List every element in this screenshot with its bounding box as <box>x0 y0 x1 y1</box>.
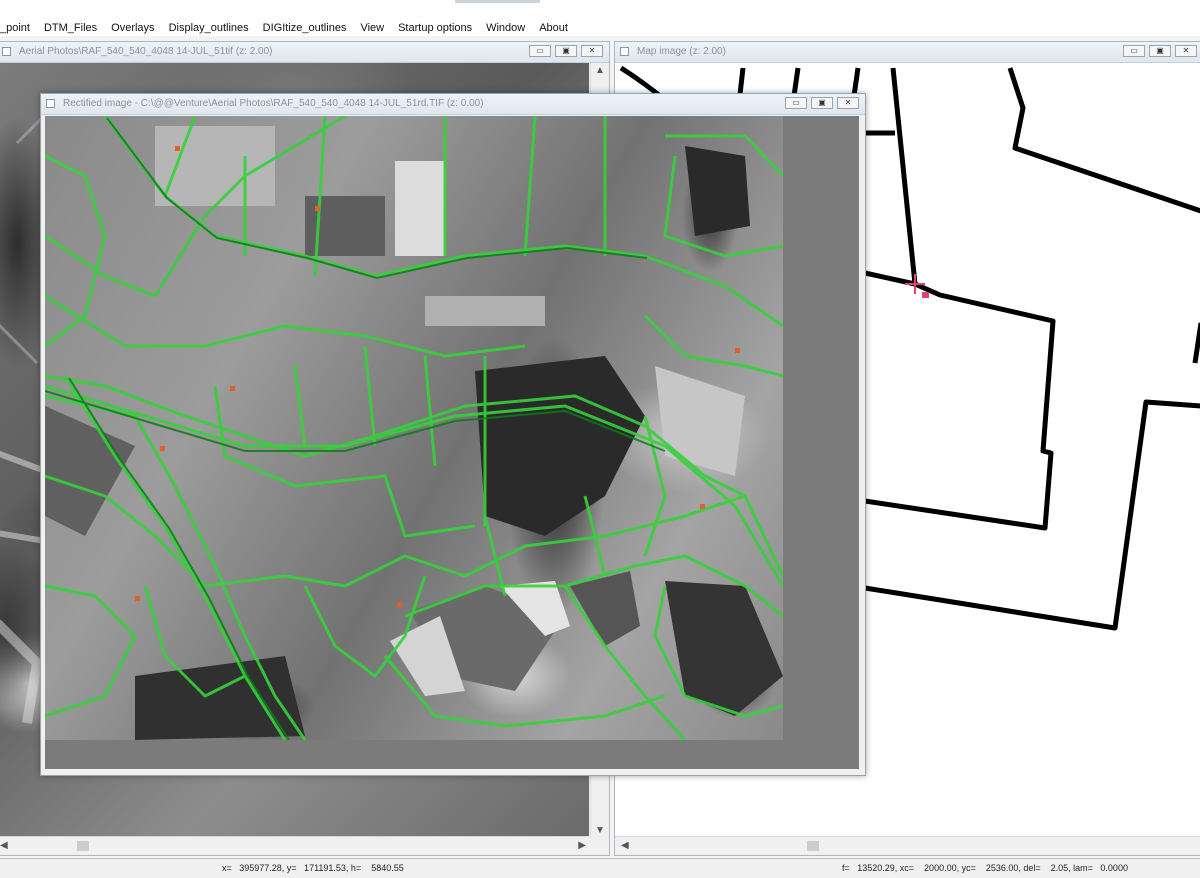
window-system-icon[interactable] <box>46 99 55 108</box>
control-point-marker <box>230 386 235 391</box>
aerial-window-title: Aerial Photos\RAF_540_540_4048 14-JUL_51… <box>19 46 273 57</box>
status-bar: x= 395977.28, y= 171191.53, h= 5840.55 f… <box>0 858 1200 878</box>
scroll-left-arrow-icon[interactable]: ◀ <box>621 840 629 851</box>
window-system-icon[interactable] <box>620 47 629 56</box>
rectified-image-view[interactable] <box>45 116 859 769</box>
control-point-marker <box>315 206 320 211</box>
window-system-icon[interactable] <box>2 47 11 56</box>
map-line <box>864 270 916 287</box>
maximize-button[interactable]: ▣ <box>1149 45 1171 57</box>
overlay-field-boundary <box>293 345 487 526</box>
menu-item-startup-options[interactable]: Startup options <box>391 19 479 37</box>
rectified-window-title: Rectified image - C:\@@Venture\Aerial Ph… <box>63 98 484 109</box>
scroll-up-arrow-icon[interactable]: ▲ <box>595 65 605 76</box>
close-button[interactable]: ✕ <box>581 45 603 57</box>
field-patch <box>655 366 745 476</box>
rectified-window-titlebar[interactable]: Rectified image - C:\@@Venture\Aerial Ph… <box>41 94 865 115</box>
control-point-label <box>922 292 929 298</box>
map-window-titlebar[interactable]: Map image (z: 2.00) ▭ ▣ ✕ <box>615 42 1200 63</box>
menu-item-about[interactable]: About <box>532 19 575 37</box>
menu-item-point[interactable]: _point <box>0 19 37 37</box>
field-patch <box>425 296 545 326</box>
menu-item-window[interactable]: Window <box>479 19 532 37</box>
overlay-field-boundary <box>45 474 746 588</box>
menu-items: _point DTM_Files Overlays Display_outlin… <box>0 19 575 37</box>
aerial-horizontal-scrollbar[interactable]: ◀ ▶ <box>0 836 589 855</box>
close-button[interactable]: ✕ <box>837 97 859 109</box>
aerial-building <box>0 619 43 724</box>
menu-item-dtm-files[interactable]: DTM_Files <box>37 19 104 37</box>
scroll-down-arrow-icon[interactable]: ▼ <box>595 825 605 836</box>
field-patch <box>395 161 445 256</box>
scroll-left-arrow-icon[interactable]: ◀ <box>0 840 8 851</box>
minimize-button[interactable]: ▭ <box>785 97 807 109</box>
scroll-thumb[interactable] <box>807 841 819 851</box>
maximize-button[interactable]: ▣ <box>811 97 833 109</box>
menu-item-overlays[interactable]: Overlays <box>104 19 161 37</box>
menu-item-digitize-outlines[interactable]: DIGItize_outlines <box>256 19 354 37</box>
map-horizontal-scrollbar[interactable]: ◀ <box>615 836 1200 855</box>
field-patch <box>45 406 135 536</box>
map-window-title: Map image (z: 2.00) <box>637 46 726 57</box>
control-point-marker <box>135 596 140 601</box>
woodland-patch <box>135 656 305 740</box>
overlay-field-boundary <box>643 314 783 378</box>
map-parcel-outline <box>864 399 1200 631</box>
control-point-marker <box>735 348 740 353</box>
menu-bar: _point DTM_Files Overlays Display_outlin… <box>0 0 1200 36</box>
minimize-button[interactable]: ▭ <box>1123 45 1145 57</box>
overlay-field-boundary <box>45 584 137 718</box>
map-parcel-outline <box>1007 67 1200 214</box>
woodland-patch <box>475 356 645 536</box>
woodland-patch <box>685 146 750 236</box>
rectified-image-window[interactable]: Rectified image - C:\@@Venture\Aerial Ph… <box>40 93 866 776</box>
overlay-outlines <box>45 116 783 740</box>
status-camera-parameters: f= 13520.29, xc= 2000.00, yc= 2536.00, d… <box>842 863 1128 873</box>
map-parcel-outline <box>864 67 1056 531</box>
aerial-window-titlebar[interactable]: Aerial Photos\RAF_540_540_4048 14-JUL_51… <box>0 42 609 63</box>
maximize-button[interactable]: ▣ <box>555 45 577 57</box>
top-strip <box>455 0 540 3</box>
field-patch <box>155 126 275 206</box>
menu-item-view[interactable]: View <box>353 19 391 37</box>
control-point-marker <box>175 146 180 151</box>
control-point-cross <box>905 274 925 294</box>
control-point-marker <box>700 504 705 509</box>
close-button[interactable]: ✕ <box>1175 45 1197 57</box>
scroll-thumb[interactable] <box>77 841 89 851</box>
map-line <box>1192 322 1200 364</box>
overlay-field-boundary <box>45 154 107 348</box>
rectified-photo[interactable] <box>45 116 783 740</box>
status-coordinates: x= 395977.28, y= 171191.53, h= 5840.55 <box>222 863 404 873</box>
control-point-marker <box>397 602 402 607</box>
minimize-button[interactable]: ▭ <box>529 45 551 57</box>
menu-item-display-outlines[interactable]: Display_outlines <box>162 19 256 37</box>
control-point-marker <box>160 446 165 451</box>
scroll-right-arrow-icon[interactable]: ▶ <box>578 840 586 851</box>
